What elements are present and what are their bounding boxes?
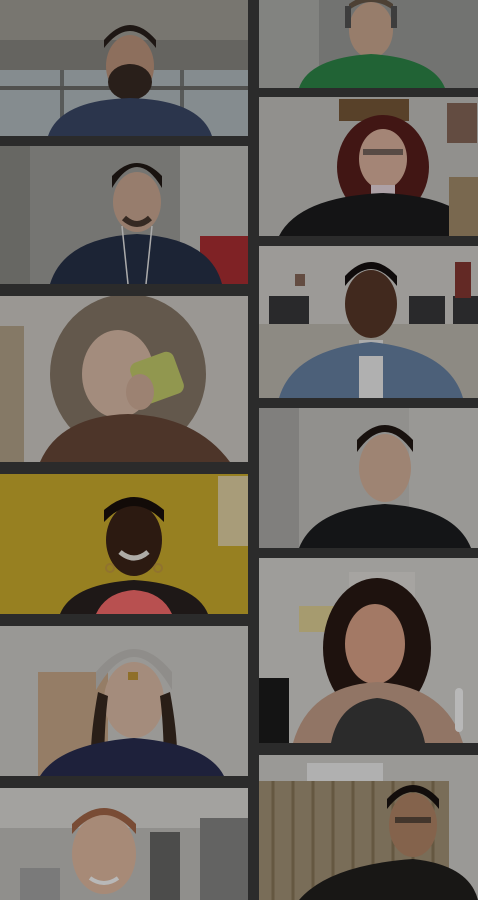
participant-video-6 — [259, 246, 478, 398]
participant-video-4 — [259, 97, 478, 236]
participant-video-tile-9[interactable] — [0, 626, 248, 776]
video-gallery-grid — [0, 0, 478, 900]
participant-video-1 — [0, 0, 248, 136]
participant-video-10 — [259, 558, 478, 743]
participant-video-tile-2[interactable] — [259, 0, 478, 88]
participant-video-tile-1[interactable] — [0, 0, 248, 136]
participant-video-9 — [0, 626, 248, 776]
participant-video-8 — [259, 408, 478, 548]
participant-video-tile-8[interactable] — [259, 408, 478, 548]
participant-video-tile-4[interactable] — [259, 97, 478, 236]
participant-video-7 — [0, 474, 248, 614]
participant-video-tile-12[interactable] — [259, 755, 478, 900]
participant-video-tile-6[interactable] — [259, 246, 478, 398]
participant-video-2 — [259, 0, 478, 88]
participant-video-tile-3[interactable] — [0, 146, 248, 284]
participant-video-tile-11[interactable] — [0, 788, 248, 900]
participant-video-tile-10[interactable] — [259, 558, 478, 743]
participant-video-tile-7[interactable] — [0, 474, 248, 614]
participant-video-12 — [259, 755, 478, 900]
participant-video-tile-5[interactable] — [0, 296, 248, 462]
participant-video-5 — [0, 296, 248, 462]
participant-video-3 — [0, 146, 248, 284]
participant-video-11 — [0, 788, 248, 900]
